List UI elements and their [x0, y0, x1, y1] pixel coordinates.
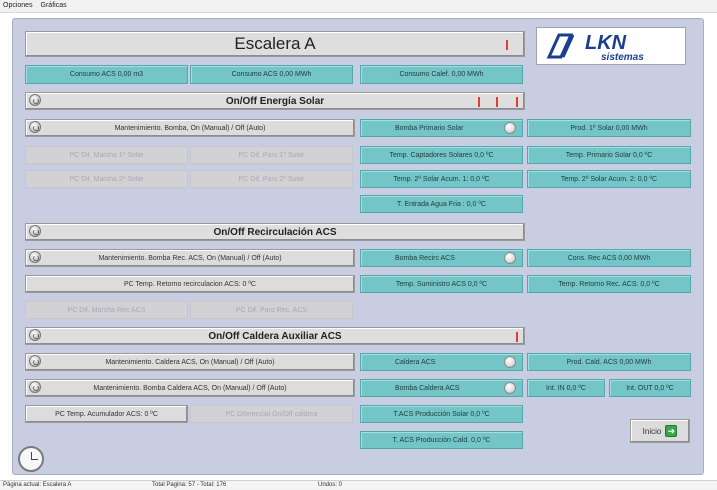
pc-dif-marcha-1-solar[interactable]: PC Dif. Marcha 1º Solar: [25, 146, 188, 164]
pc-dif-paro-rec-acs[interactable]: PC Dif. Paro Rec. ACS: [190, 301, 353, 319]
recirc-mant-label: Mantenimiento. Bomba Rec. ACS, On (Manua…: [98, 254, 282, 262]
clock-icon[interactable]: [18, 446, 44, 472]
consumo-calef-mwh: Consumo Calef. 0,00 MWh: [360, 65, 523, 84]
menu-bar: Opciones Gráficas: [0, 0, 717, 13]
temp-entrada-agua-fria: T. Entrada Agua Fria : 0,0 ºC: [360, 195, 523, 213]
page-title: Escalera A: [234, 34, 316, 53]
power-icon[interactable]: [29, 251, 41, 263]
alarm-indicator-3: [516, 97, 518, 107]
toggle-knob-icon: [504, 356, 516, 368]
temp-suministro-acs: Temp. Suministro ACS 0,0 ºC: [360, 275, 523, 293]
temp-primario-solar: Temp. Primario Solar 0,0 ºC: [527, 146, 691, 164]
status-total: Total Pagina: 57 - Total: 176: [152, 482, 227, 488]
arrow-right-icon: ➜: [665, 425, 678, 437]
caldera-mant-button[interactable]: Mantenimiento. Caldera ACS, On (Manual) …: [25, 353, 355, 371]
toggle-knob-icon: [504, 122, 516, 134]
status-undos: Undos: 0: [318, 482, 343, 488]
recirc-onoff-bar[interactable]: On/Off Recirculación ACS: [25, 223, 525, 241]
recirc-mant-button[interactable]: Mantenimiento. Bomba Rec. ACS, On (Manua…: [25, 249, 355, 267]
pc-dif-marcha-2-solar[interactable]: PC Dif. Marcha 2º Solar: [25, 170, 188, 188]
power-icon[interactable]: [29, 355, 41, 367]
power-icon[interactable]: [29, 94, 41, 106]
bomba-recirc-acs-label: Bomba Recirc ACS: [395, 254, 455, 262]
caldera-acs-label: Caldera ACS: [395, 358, 436, 366]
main-panel: Escalera A LKN sistemas Consumo ACS 0,00…: [12, 18, 704, 475]
alarm-indicator: [516, 332, 518, 342]
svg-text:LKN: LKN: [585, 32, 627, 54]
bomba-caldera-acs-toggle[interactable]: Bomba Caldera ACS: [360, 379, 523, 397]
status-pagina: Página actual: Escalera A: [3, 482, 72, 488]
solar-mant-button[interactable]: Mantenimiento. Bomba, On (Manual) / Off …: [25, 119, 355, 137]
temp-2-solar-acum-1: Temp. 2º Solar Acum. 1: 0,0 ºC: [360, 170, 523, 188]
temp-2-solar-acum-2: Temp. 2º Solar Acum. 2: 0,0 ºC: [527, 170, 691, 188]
power-icon[interactable]: [29, 225, 41, 237]
bomba-caldera-mant-label: Mantenimiento. Bomba Caldera ACS, On (Ma…: [93, 384, 287, 392]
bomba-primario-solar-label: Bomba Primario Solar: [395, 124, 464, 132]
alarm-indicator: [506, 40, 508, 50]
solar-title: On/Off Energía Solar: [225, 95, 325, 107]
temp-captadores-solares: Temp. Captadores Solares 0,0 ºC: [360, 146, 523, 164]
bomba-primario-solar-toggle[interactable]: Bomba Primario Solar: [360, 119, 523, 137]
caldera-title: On/Off Caldera Auxiliar ACS: [208, 330, 342, 342]
prod-cald-acs: Prod. Cald. ACS 0,00 MWh: [527, 353, 691, 371]
caldera-acs-toggle[interactable]: Caldera ACS: [360, 353, 523, 371]
inicio-label: Inicio: [642, 426, 662, 436]
menu-opciones[interactable]: Opciones: [3, 2, 33, 9]
t-acs-produccion-cald: T. ACS Producción Cald. 0,0 ºC: [360, 431, 523, 449]
temp-retorno-rec-acs: Temp. Retorno Rec. ACS: 0,0 ºC: [527, 275, 691, 293]
pc-diferencial-caldera[interactable]: PC Diferencial On/Off caldera: [190, 405, 353, 423]
logo: LKN sistemas: [536, 27, 686, 65]
int-out: Int. OUT 0,0 ºC: [609, 379, 691, 397]
recirc-title: On/Off Recirculación ACS: [213, 226, 337, 238]
toggle-knob-icon: [504, 252, 516, 264]
logo-icon: LKN sistemas: [546, 32, 644, 63]
consumo-acs-m3: Consumo ACS 0,00 m3: [25, 65, 188, 84]
bomba-caldera-mant-button[interactable]: Mantenimiento. Bomba Caldera ACS, On (Ma…: [25, 379, 355, 397]
pc-dif-paro-1-solar[interactable]: PC Dif. Paro 1º Solar: [190, 146, 353, 164]
bomba-caldera-acs-label: Bomba Caldera ACS: [395, 384, 460, 392]
bomba-recirc-acs-toggle[interactable]: Bomba Recirc ACS: [360, 249, 523, 267]
pc-temp-acumulador-acs[interactable]: PC Temp. Acumulador ACS: 0 ºC: [25, 405, 188, 423]
pc-dif-paro-2-solar[interactable]: PC Dif. Paro 2º Solar: [190, 170, 353, 188]
caldera-mant-label: Mantenimiento. Caldera ACS, On (Manual) …: [105, 358, 275, 366]
power-icon[interactable]: [29, 329, 41, 341]
prod-1-solar: Prod. 1º Solar 0,00 MWh: [527, 119, 691, 137]
page-title-bar: Escalera A: [25, 31, 525, 57]
pc-temp-retorno-recirc[interactable]: PC Temp. Retorno recirculacion ACS: 0 ºC: [25, 275, 355, 293]
pc-dif-marcha-rec-acs[interactable]: PC Dif. Marcha Rec ACS: [25, 301, 188, 319]
alarm-indicator-2: [496, 97, 498, 107]
consumo-acs-mwh: Consumo ACS 0,00 MWh: [190, 65, 353, 84]
menu-graficas[interactable]: Gráficas: [41, 2, 67, 9]
solar-mant-label: Mantenimiento. Bomba, On (Manual) / Off …: [114, 124, 266, 132]
status-bar: Página actual: Escalera A Total Pagina: …: [0, 480, 717, 490]
cons-rec-acs: Cons. Rec ACS 0,00 MWh: [527, 249, 691, 267]
t-acs-produccion-solar: T.ACS Producción Solar 0,0 ºC: [360, 405, 523, 423]
svg-text:sistemas: sistemas: [601, 52, 644, 63]
inicio-button[interactable]: Inicio ➜: [630, 419, 690, 443]
power-icon[interactable]: [29, 381, 41, 393]
toggle-knob-icon: [504, 382, 516, 394]
power-icon[interactable]: [29, 121, 41, 133]
alarm-indicator-1: [478, 97, 480, 107]
caldera-onoff-bar[interactable]: On/Off Caldera Auxiliar ACS: [25, 327, 525, 345]
solar-onoff-bar[interactable]: On/Off Energía Solar: [25, 92, 525, 110]
int-in: Int. IN 0,0 ºC: [527, 379, 605, 397]
